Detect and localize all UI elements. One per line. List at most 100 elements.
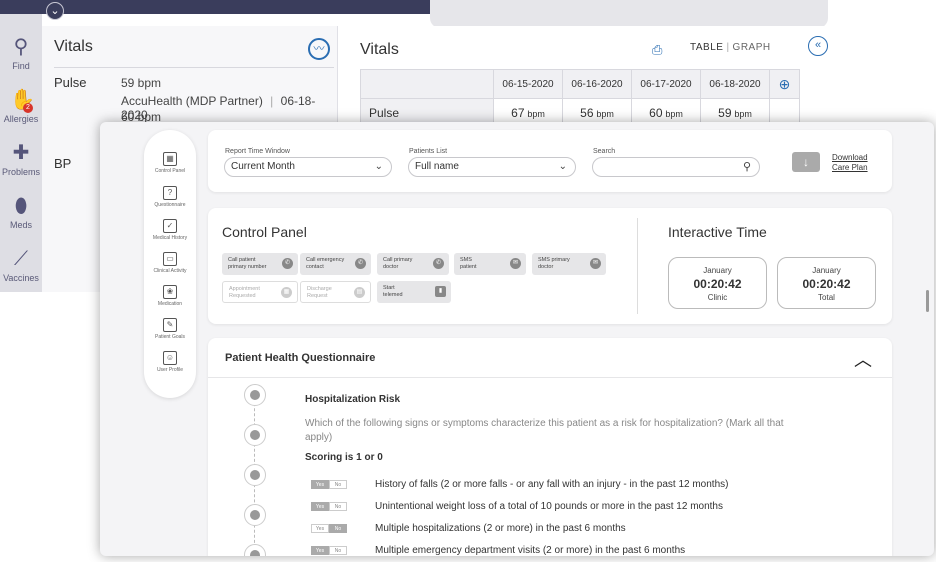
user-icon: ☺	[163, 351, 177, 365]
question-row: Yes No Multiple emergency department visi…	[311, 545, 685, 556]
rail-item-label: Vaccines	[3, 273, 39, 283]
no-toggle[interactable]: No	[329, 479, 347, 489]
question-text: Multiple emergency department visits (2 …	[375, 545, 686, 556]
panel-title: Vitals	[54, 38, 93, 55]
questionnaire-title: Patient Health Questionnaire	[225, 352, 376, 364]
double-chevron-left-icon[interactable]: «	[808, 36, 828, 56]
patients-list-label: Patients List	[409, 148, 448, 155]
add-column-icon[interactable]: ⊕	[769, 69, 800, 99]
total-time-box: January 00:20:42 Total	[777, 257, 876, 309]
control-panel-card: Control Panel Call patient primary number…	[208, 208, 892, 324]
section-title: Hospitalization Risk	[305, 394, 401, 405]
nav-medication[interactable]: ❀ Medication	[144, 285, 196, 307]
timeline-node	[244, 384, 266, 406]
message-icon: ✉	[590, 258, 601, 269]
button-line: Start	[383, 285, 395, 291]
view-table-link[interactable]: TABLE	[690, 42, 723, 53]
appointment-requested-button[interactable]: Appointment Requested ▦	[222, 281, 298, 303]
question-row: Yes No History of falls (2 or more falls …	[311, 479, 728, 490]
rail-item-find[interactable]: ⚲ Find	[0, 36, 42, 71]
button-line: primary number	[228, 264, 267, 270]
print-icon[interactable]: ⎙	[652, 42, 662, 58]
no-toggle[interactable]: No	[329, 501, 347, 511]
nav-user-profile[interactable]: ☺ User Profile	[144, 351, 196, 373]
button-line: Appointment	[229, 286, 260, 292]
bp-label: BP	[54, 156, 72, 171]
cell-value: 67	[511, 106, 525, 120]
source-name: AccuHealth (MDP Partner)	[121, 94, 263, 108]
discharge-request-button[interactable]: Discharge Request ▤	[300, 281, 371, 303]
nav-questionnaire[interactable]: ? Questionnaire	[144, 186, 196, 208]
sms-patient-button[interactable]: SMS patient ✉	[454, 253, 526, 275]
time-month: January	[703, 266, 732, 275]
rail-item-allergies[interactable]: ✋ 2 Allergies	[0, 89, 42, 124]
goals-icon: ✎	[163, 318, 177, 332]
search-input[interactable]: ⚲	[592, 157, 760, 177]
yes-toggle[interactable]: Yes	[311, 545, 329, 555]
time-value: 00:20:42	[693, 277, 742, 291]
download-icon[interactable]: ↓	[792, 152, 820, 172]
button-line: Call patient	[228, 257, 256, 263]
button-line: SMS primary	[538, 257, 570, 263]
button-line: Request	[307, 293, 328, 299]
cell-unit: bpm	[734, 109, 752, 119]
nav-medical-history[interactable]: ✓ Medical History	[144, 219, 196, 241]
yes-toggle[interactable]: Yes	[311, 501, 329, 511]
date-header: 06-15-2020	[493, 69, 563, 99]
question-text: History of falls (2 or more falls - or a…	[375, 479, 729, 490]
nav-label: Questionnaire	[154, 202, 186, 208]
call-patient-button[interactable]: Call patient primary number ✆	[222, 253, 298, 275]
pulse-chart-icon[interactable]: 〰	[308, 38, 330, 60]
calendar-icon: ▦	[281, 287, 292, 298]
questionnaire-header[interactable]: Patient Health Questionnaire ︿	[208, 338, 892, 378]
question-row: Yes No Unintentional weight loss of a tot…	[311, 501, 723, 512]
download-care-plan-link[interactable]: Download Care Plan	[832, 153, 868, 173]
call-doctor-button[interactable]: Call primary doctor ✆	[377, 253, 449, 275]
top-bar-right	[430, 0, 828, 28]
date-header: 06-17-2020	[631, 69, 701, 99]
report-window-select[interactable]: Current Month ⌄	[224, 157, 392, 177]
top-bar	[0, 0, 430, 14]
grid-icon: ▦	[163, 152, 177, 166]
chevron-down-icon[interactable]: ⌄	[46, 2, 64, 20]
rail-item-vaccines[interactable]: ⟋ Vaccines	[0, 248, 42, 283]
syringe-icon: ⟋	[14, 248, 28, 270]
question-row: Yes No Multiple hospitalizations (2 or mo…	[311, 523, 626, 534]
chevron-up-icon[interactable]: ︿	[854, 346, 872, 372]
start-telemed-button[interactable]: Start telemed ▮	[377, 281, 451, 303]
call-emergency-button[interactable]: Call emergency contact ✆	[300, 253, 371, 275]
document-icon: ▤	[354, 287, 365, 298]
no-toggle[interactable]: No	[329, 545, 347, 555]
yes-toggle[interactable]: Yes	[311, 479, 329, 489]
nav-control-panel[interactable]: ▦ Control Panel	[144, 152, 196, 174]
side-nav: ▦ Control Panel ? Questionnaire ✓ Medical H…	[144, 130, 196, 398]
scrollbar[interactable]	[926, 290, 929, 312]
chevron-down-icon: ⌄	[558, 161, 567, 172]
button-line: contact	[306, 264, 324, 270]
video-icon: ▮	[435, 286, 446, 297]
scoring-note: Scoring is 1 or 0	[305, 452, 383, 463]
patients-list-select[interactable]: Full name ⌄	[408, 157, 576, 177]
pulse-label: Pulse	[54, 75, 87, 90]
date-header: 06-18-2020	[700, 69, 770, 99]
select-value: Current Month	[231, 161, 295, 172]
question-text: Multiple hospitalizations (2 or more) in…	[375, 523, 626, 534]
cell-unit: bpm	[596, 109, 614, 119]
sms-doctor-button[interactable]: SMS primary doctor ✉	[532, 253, 606, 275]
nav-clinical-activity[interactable]: ▭ Clinical Activity	[144, 252, 196, 274]
question-text: Unintentional weight loss of a total of …	[375, 501, 723, 512]
table-corner	[360, 69, 494, 99]
button-line: telemed	[383, 292, 403, 298]
bandage-icon: ✚	[12, 142, 30, 164]
yes-toggle[interactable]: Yes	[311, 523, 329, 533]
view-graph-link[interactable]: GRAPH	[733, 42, 771, 53]
filter-bar: Report Time Window Current Month ⌄ Patie…	[208, 130, 892, 192]
rail-item-meds[interactable]: ⬮ Meds	[0, 195, 42, 230]
nav-patient-goals[interactable]: ✎ Patient Goals	[144, 318, 196, 340]
clinic-time-box: January 00:20:42 Clinic	[668, 257, 767, 309]
rail-item-problems[interactable]: ✚ Problems	[0, 142, 42, 177]
button-line: Call primary	[383, 257, 413, 263]
download-line2: Care Plan	[832, 163, 868, 172]
no-toggle[interactable]: No	[329, 523, 347, 533]
control-panel-title: Control Panel	[222, 224, 307, 240]
